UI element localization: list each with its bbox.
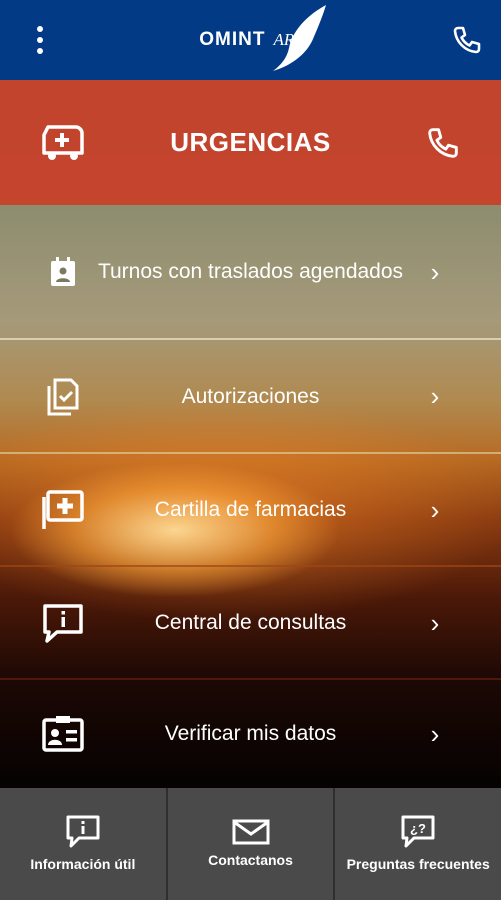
tab-label: Información útil (30, 856, 136, 872)
tab-label: Contactanos (208, 852, 293, 868)
svg-text:¿?: ¿? (410, 821, 426, 836)
tab-preguntas-frecuentes[interactable]: ¿? Preguntas frecuentes (335, 788, 501, 900)
id-card-icon (40, 711, 86, 757)
phone-icon[interactable] (449, 22, 485, 58)
emergency-label: URGENCIAS (170, 127, 331, 157)
logo-art-text: ART (273, 30, 304, 49)
more-vertical-icon[interactable] (22, 22, 58, 58)
envelope-icon (232, 819, 269, 845)
menu-item-turnos[interactable]: Turnos con traslados agendados › (0, 205, 501, 339)
document-check-icon (40, 374, 86, 420)
pharmacy-cross-icon (40, 487, 86, 533)
chevron-right-icon: › (430, 607, 440, 638)
tab-informacion-util[interactable]: Información útil (0, 788, 168, 900)
chevron-right-icon: › (430, 256, 440, 287)
app-header: OMINT ART (0, 0, 501, 80)
chat-info-icon (40, 600, 86, 646)
logo-omint-text: OMINT (199, 29, 266, 50)
chevron-right-icon: › (430, 381, 440, 411)
tab-contactanos[interactable]: Contactanos (168, 788, 336, 900)
ambulance-icon (42, 125, 84, 160)
menu-item-autorizaciones[interactable]: Autorizaciones › (0, 340, 501, 453)
tab-label: Preguntas frecuentes (346, 856, 490, 872)
chevron-right-icon: › (430, 718, 440, 749)
menu-item-consultas[interactable]: Central de consultas › (0, 567, 501, 679)
omint-art-logo: OMINT ART (199, 5, 327, 71)
bottom-navigation: Información útil Contactanos ¿? Pregunta… (0, 788, 501, 900)
phone-icon (428, 128, 458, 158)
info-bubble-icon (66, 815, 100, 848)
emergency-button[interactable]: URGENCIAS (0, 80, 501, 205)
chevron-right-icon: › (430, 494, 440, 525)
calendar-person-icon (40, 249, 86, 295)
menu-item-verificar-datos[interactable]: Verificar mis datos › (0, 680, 501, 788)
question-bubble-icon: ¿? (401, 815, 435, 848)
menu-item-farmacias[interactable]: Cartilla de farmacias › (0, 454, 501, 566)
